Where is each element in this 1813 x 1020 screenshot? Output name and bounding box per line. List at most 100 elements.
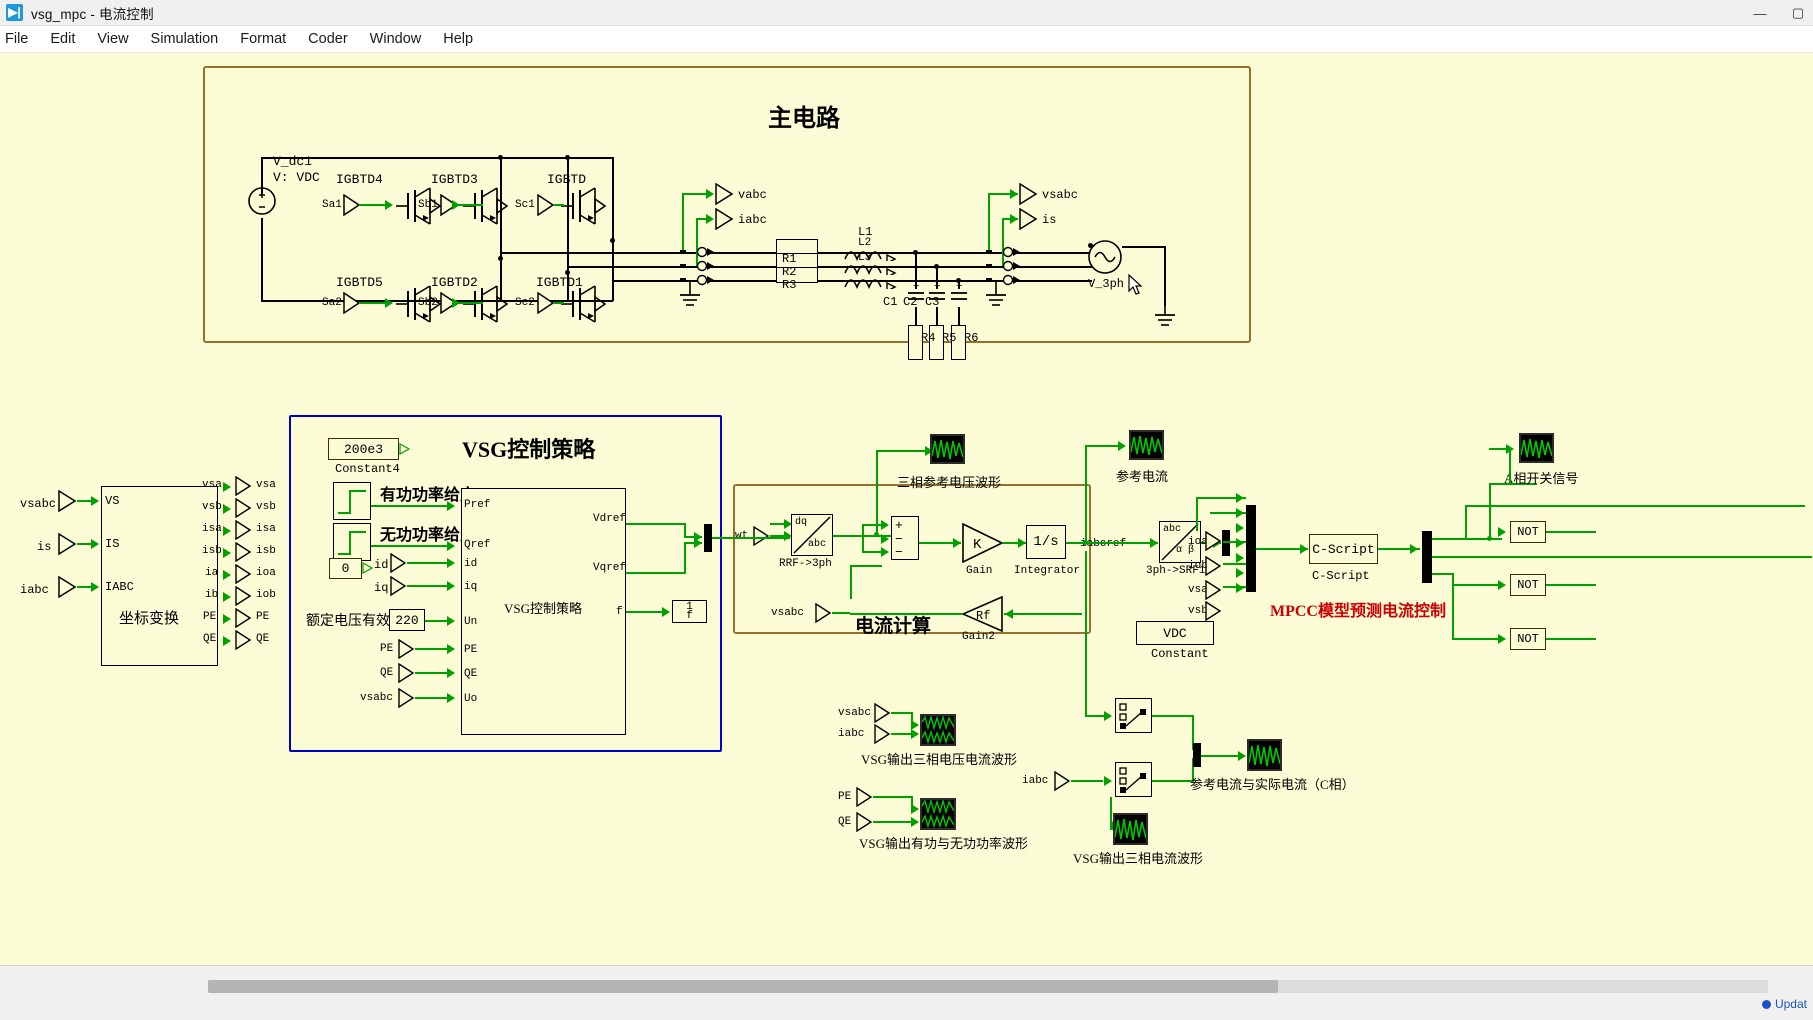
minimize-button[interactable]: —: [1737, 0, 1783, 26]
ct-input-port-vsabc[interactable]: [58, 490, 78, 512]
scope-pq-port-qe[interactable]: [856, 812, 874, 832]
ct-out-portsym-isb[interactable]: [235, 542, 253, 562]
horizontal-scrollbar-track[interactable]: [208, 980, 1768, 993]
diagram-canvas[interactable]: 主电路 V_dc1 V: VDC IGBTD4 IGBTD3 IGBTD IGB…: [0, 53, 1813, 965]
un-constant-block[interactable]: 220: [389, 609, 425, 631]
scope-vsg-pq[interactable]: [920, 798, 956, 830]
mux-cscript-input[interactable]: [1246, 505, 1256, 592]
dc-source-label-2: V: VDC: [273, 170, 320, 185]
vqref-wire: [626, 572, 686, 574]
ct-out-portsym-ib[interactable]: [235, 586, 253, 606]
mpcc-port-vsa[interactable]: [1205, 580, 1223, 600]
ct-input-label-vsabc: vsabc: [20, 497, 57, 511]
mux-mpcc-input[interactable]: [1222, 530, 1230, 556]
scope-vi-port-vsabc[interactable]: [874, 703, 892, 723]
refcur-scope-arrow: [1118, 441, 1126, 451]
scope-vi-wire-iabc: [891, 733, 913, 735]
menu-coder[interactable]: Coder: [297, 28, 359, 50]
id-port[interactable]: [390, 553, 408, 573]
step-p-wire: [371, 505, 449, 507]
not-gate-3[interactable]: NOT: [1510, 628, 1546, 650]
cscript-block[interactable]: C-Script: [1309, 534, 1378, 564]
vdc-constant-block[interactable]: VDC: [1136, 621, 1214, 645]
probe-port-vabc[interactable]: [715, 183, 735, 205]
resistor-label-r5: R5: [942, 331, 957, 345]
menu-file[interactable]: File: [0, 28, 39, 50]
ct-out-label-iob: iob: [256, 589, 276, 601]
iq-port[interactable]: [390, 576, 408, 596]
inductor-l3[interactable]: [843, 271, 901, 289]
id-arrow: [447, 558, 455, 568]
mux-ref-actual[interactable]: [1193, 743, 1201, 767]
vsabc-port-cc[interactable]: [815, 603, 833, 623]
menu-simulation[interactable]: Simulation: [140, 28, 230, 50]
igbt-block-c-top[interactable]: [561, 185, 611, 227]
ct-out-portsym-pe[interactable]: [235, 608, 253, 628]
probe-arrow-vsabc: [1010, 189, 1018, 199]
gate-port-sc1[interactable]: [537, 194, 555, 216]
ct-input-port-is[interactable]: [58, 533, 78, 555]
scope-ref-current[interactable]: [1129, 430, 1164, 460]
scope-vi-port-iabc[interactable]: [874, 724, 892, 744]
menu-help[interactable]: Help: [432, 28, 484, 50]
vsabc-port-vsg[interactable]: [398, 688, 416, 708]
mux-vsg-output[interactable]: [704, 524, 712, 552]
ct-out-portsym-vsb[interactable]: [235, 498, 253, 518]
scope-vsg-vi[interactable]: [920, 714, 956, 746]
mpcc-port-iob[interactable]: [1205, 556, 1223, 576]
scope-pq-wire-pe: [873, 796, 911, 798]
gain2-in-arrow: [1005, 609, 1013, 619]
constant4-block[interactable]: 200e3: [328, 438, 399, 460]
selector-block-1[interactable]: [1115, 698, 1152, 733]
vsg-in-pref: Pref: [464, 499, 491, 511]
gate-arrow-sb2: [452, 298, 460, 308]
probe-port-vsabc[interactable]: [1019, 183, 1039, 205]
menu-edit[interactable]: Edit: [39, 28, 86, 50]
ct-out-portsym-qe[interactable]: [235, 630, 253, 650]
menu-view[interactable]: View: [86, 28, 139, 50]
ct-out-portsym-isa[interactable]: [235, 520, 253, 540]
ct-out-portsym-ia[interactable]: [235, 564, 253, 584]
integrator-out-wire: [1066, 542, 1158, 544]
ct-input-port-iabc[interactable]: [58, 576, 78, 598]
probe-port-is[interactable]: [1019, 208, 1039, 230]
ground-symbol-ac: [1155, 305, 1175, 326]
probe-label-iabc: iabc: [738, 213, 767, 227]
selector-block-2[interactable]: [1115, 762, 1152, 797]
scope-ref-vs-actual[interactable]: [1247, 739, 1282, 771]
gain-block[interactable]: K: [962, 523, 1004, 563]
coord-transform-block[interactable]: [101, 486, 218, 666]
scope-pq-port-pe[interactable]: [856, 787, 874, 807]
gain2-block[interactable]: Rf: [962, 596, 1004, 632]
gate-port-sc2[interactable]: [537, 292, 555, 314]
igbt-block-b-top[interactable]: [463, 185, 513, 227]
zero-constant-block[interactable]: 0: [329, 558, 362, 579]
mpcc-port-vsb[interactable]: [1205, 601, 1223, 621]
wt-port[interactable]: [753, 526, 771, 546]
menu-format[interactable]: Format: [229, 28, 297, 50]
not-gate-1[interactable]: NOT: [1510, 521, 1546, 543]
scope-phase-a-switch[interactable]: [1519, 433, 1554, 463]
not-gate-2[interactable]: NOT: [1510, 574, 1546, 596]
gate-port-sa2[interactable]: [343, 292, 361, 314]
mpcc-port-ioa[interactable]: [1205, 531, 1223, 551]
scope-ref-voltage[interactable]: [930, 434, 965, 464]
demux-switching-signals[interactable]: [1422, 531, 1432, 583]
pe-port[interactable]: [398, 639, 416, 659]
horizontal-scrollbar-thumb[interactable]: [208, 980, 1278, 993]
menu-window[interactable]: Window: [359, 28, 433, 50]
scope-cur-port-iabc[interactable]: [1054, 771, 1072, 791]
freq-display-block[interactable]: 1 f: [672, 600, 707, 623]
scope-vsg-current[interactable]: [1113, 813, 1148, 845]
integrator-block[interactable]: 1/s: [1026, 525, 1066, 559]
gate-port-sa1[interactable]: [343, 194, 361, 216]
step-block-q[interactable]: [333, 523, 371, 561]
ac-source-label: V_3ph: [1088, 277, 1125, 291]
qe-port[interactable]: [398, 663, 416, 683]
maximize-button[interactable]: ▢: [1783, 0, 1813, 26]
step-block-p[interactable]: [333, 482, 371, 520]
probe-port-iabc[interactable]: [715, 208, 735, 230]
cap-plus-1: +: [913, 281, 920, 293]
ct-out-portsym-vsa[interactable]: [235, 476, 253, 496]
id-label: id: [374, 558, 389, 572]
